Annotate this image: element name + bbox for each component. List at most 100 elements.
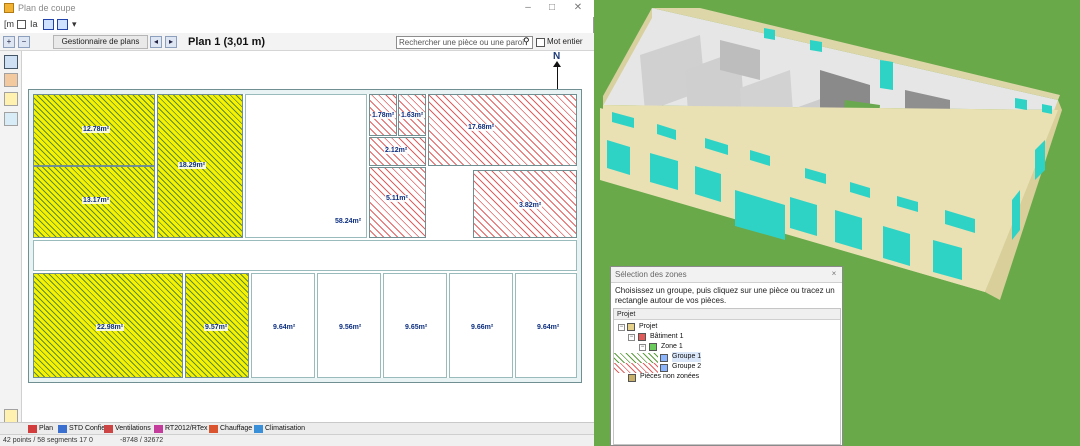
window	[1015, 98, 1027, 110]
tab-label: Chauffage	[220, 425, 253, 432]
zones-tree[interactable]: Projet − Projet − Bâtiment 1 − Zone 1 Gr…	[613, 308, 841, 445]
ventilation-tab-icon	[104, 425, 113, 433]
wall-tool-icon[interactable]	[4, 73, 18, 87]
grid-icon[interactable]	[43, 19, 54, 30]
prev-plan-icon[interactable]: ◂	[150, 36, 162, 48]
tree-header: Projet	[614, 309, 840, 320]
gestionnaire-plans-button[interactable]: Gestionnaire de plans	[53, 35, 148, 49]
zones-dialog: Sélection des zones × Choisissez un grou…	[610, 266, 843, 446]
room[interactable]: 5.11m²	[369, 167, 426, 238]
room-area: 18.29m²	[178, 162, 207, 169]
plan-title: Plan 1 (3,01 m)	[188, 36, 266, 48]
room-area: 22.98m²	[96, 324, 125, 331]
module-tabs: Plan STD Confie Ventilations RT2012/RTex…	[0, 422, 594, 434]
layers-icon[interactable]	[57, 19, 68, 30]
room-area: 9.64m²	[272, 324, 297, 331]
tab-climatisation[interactable]: Climatisation	[254, 424, 305, 434]
text-tool[interactable]: Ia	[30, 18, 38, 30]
status-coords: -8748 / 32672	[120, 437, 164, 444]
room[interactable]: 9.57m²	[185, 273, 249, 378]
tab-chauffage[interactable]: Chauffage	[209, 424, 252, 434]
group-icon	[660, 354, 668, 362]
square-tool-icon[interactable]	[17, 20, 26, 29]
tree-groupe1[interactable]: Groupe 1	[672, 352, 702, 362]
tree-groupe2[interactable]: Groupe 2	[672, 362, 701, 372]
room[interactable]: 1.78m²	[369, 94, 397, 136]
minimize-icon[interactable]: –	[521, 2, 535, 14]
groupe1-swatch	[614, 353, 658, 363]
toolbar-plan: + − Gestionnaire de plans ◂ ▸ Plan 1 (3,…	[0, 33, 594, 51]
tab-label: RT2012/RTex	[165, 425, 208, 432]
room[interactable]: 1.63m²	[398, 94, 426, 136]
maximize-icon[interactable]: □	[545, 2, 559, 14]
tab-ventilations[interactable]: Ventilations	[104, 424, 151, 434]
room[interactable]: 9.65m²	[383, 273, 447, 378]
std-tab-icon	[58, 425, 67, 433]
mot-entier-label: Mot entier	[547, 37, 583, 46]
zoom-in-icon[interactable]: +	[3, 36, 15, 48]
collapse-icon[interactable]: −	[639, 344, 646, 351]
room[interactable]: 18.29m²	[157, 94, 243, 238]
plan-tab-icon	[28, 425, 37, 433]
tab-label: Climatisation	[265, 425, 306, 432]
collapse-icon[interactable]: −	[628, 334, 635, 341]
building-icon	[638, 333, 646, 341]
room-area: 2.12m²	[384, 147, 409, 154]
room-area: 9.66m²	[470, 324, 495, 331]
room[interactable]: 3.82m²	[473, 170, 577, 238]
room[interactable]: 9.64m²	[515, 273, 577, 378]
plan-window: Plan de coupe – □ ✕ [m Ia ▾ + − Gestionn…	[0, 0, 594, 446]
room[interactable]: 22.98m²	[33, 273, 183, 378]
search-input[interactable]: Rechercher une pièce ou une paroi	[396, 36, 533, 49]
north-arrow-head-icon	[553, 61, 561, 67]
help-bulb-icon[interactable]	[4, 409, 18, 423]
room-area: 5.11m²	[385, 195, 409, 202]
tree-projet[interactable]: Projet	[639, 322, 657, 332]
tab-std[interactable]: STD Confie	[58, 424, 105, 434]
room[interactable]: 9.66m²	[449, 273, 513, 378]
dropdown-arrow-icon[interactable]: ▾	[72, 18, 77, 30]
window	[764, 28, 775, 40]
zones-instruction: Choisissez un groupe, puis cliquez sur u…	[615, 286, 835, 305]
toolbar-top: [m Ia ▾	[0, 17, 594, 32]
status-bar: 42 points / 58 segments 17 0 -8748 / 326…	[0, 434, 594, 446]
next-plan-icon[interactable]: ▸	[165, 36, 177, 48]
room[interactable]: 12.78m²	[33, 94, 155, 166]
group-icon	[660, 364, 668, 372]
window	[880, 60, 893, 90]
window	[810, 40, 822, 52]
close-icon[interactable]: ✕	[571, 2, 585, 14]
zones-title-bar: Sélection des zones ×	[611, 267, 842, 283]
tree-zone[interactable]: Zone 1	[661, 342, 683, 352]
collapse-icon[interactable]: −	[618, 324, 625, 331]
room[interactable]: 2.12m²	[369, 137, 426, 166]
room[interactable]: 9.64m²	[251, 273, 315, 378]
room-area: 3.82m²	[518, 202, 543, 209]
app-icon	[4, 3, 14, 13]
room-area: 17.68m²	[467, 124, 496, 131]
search-icon[interactable]: ⚲	[523, 36, 533, 47]
tree-non-zonees[interactable]: Pièces non zonées	[640, 372, 699, 382]
room[interactable]: 58.24m²	[245, 94, 367, 238]
dimension-tool[interactable]: [m	[4, 18, 14, 30]
corridor[interactable]	[33, 240, 577, 271]
tree-batiment[interactable]: Bâtiment 1	[650, 332, 683, 342]
tab-label: Plan	[39, 425, 54, 432]
select-room-icon[interactable]	[4, 55, 18, 69]
floor-plan-canvas[interactable]: N 12.78m² 13.17m² 18.29m² 58.24m² 1.78m²…	[22, 51, 594, 422]
room[interactable]: 9.56m²	[317, 273, 381, 378]
left-toolbar	[0, 51, 22, 423]
room[interactable]: 17.68m²	[428, 94, 577, 166]
room-area: 9.65m²	[404, 324, 429, 331]
mot-entier-checkbox[interactable]	[536, 38, 545, 47]
rooms-icon	[628, 374, 636, 382]
tab-label: Ventilations	[115, 425, 151, 432]
zone-tool-icon[interactable]	[4, 112, 18, 126]
bulb-icon[interactable]	[4, 92, 18, 106]
close-icon[interactable]: ×	[829, 269, 839, 279]
tab-rt2012[interactable]: RT2012/RTex	[154, 424, 208, 434]
room[interactable]: 13.17m²	[33, 166, 155, 238]
room-area: 12.78m²	[82, 126, 111, 133]
tab-plan[interactable]: Plan	[28, 424, 53, 434]
zoom-out-icon[interactable]: −	[18, 36, 30, 48]
